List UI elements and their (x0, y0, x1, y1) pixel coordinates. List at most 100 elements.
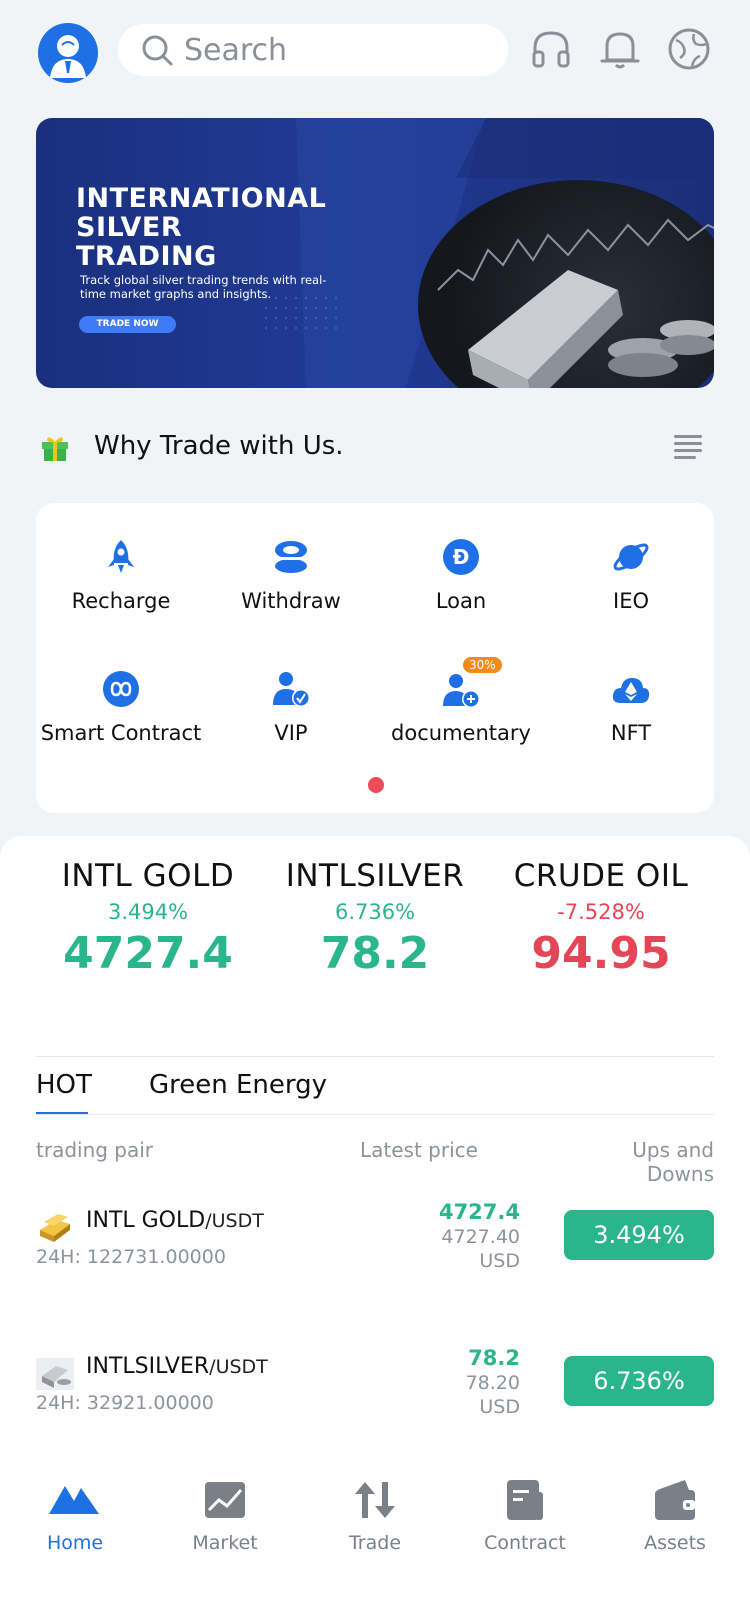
pair-name: INTL GOLD/USDT (86, 1208, 264, 1233)
ticker-change: 6.736% (334, 900, 416, 924)
add-user-icon (443, 674, 480, 708)
table-row[interactable]: INTL GOLD/USDT 24H: 122731.00000 4727.4 … (0, 1186, 750, 1296)
tab-home[interactable]: Home (0, 1478, 150, 1554)
pair-volume: 24H: 32921.00000 (36, 1392, 214, 1414)
feature-withdraw[interactable]: Withdraw (206, 537, 376, 613)
pair-name: INTLSILVER/USDT (86, 1354, 268, 1379)
ticker-name: INTL GOLD (61, 858, 235, 894)
silver-bar-icon (36, 1358, 74, 1390)
tab-label: Market (192, 1532, 258, 1554)
ticker-price: 78.2 (320, 928, 430, 979)
menu-icon[interactable] (672, 432, 704, 460)
pair-base: INTLSILVER (86, 1354, 210, 1379)
ticker-intlsilver[interactable]: INTLSILVER 6.736% 78.2 (262, 858, 488, 979)
feature-label: IEO (613, 589, 649, 613)
feature-smart-contract[interactable]: Smart Contract (36, 669, 206, 745)
top-header: Search (0, 0, 750, 100)
feature-documentary[interactable]: 30% documentary (376, 657, 546, 745)
search-icon (142, 35, 173, 66)
price-usd: 4727.40 (441, 1226, 520, 1248)
feature-ieo[interactable]: IEO (546, 537, 716, 613)
banner-subtitle: Track global silver trading trends with … (80, 273, 327, 301)
ticker-change: -7.528% (557, 900, 645, 924)
column-trading-pair: trading pair (36, 1138, 154, 1162)
page-indicator-dot (368, 777, 384, 793)
ticker-change: 3.494% (107, 900, 189, 924)
pair-volume: 24H: 122731.00000 (36, 1246, 226, 1268)
column-latest-price: Latest price (360, 1138, 478, 1162)
dogecoin-icon: Đ (443, 539, 479, 575)
feature-nft[interactable]: NFT (546, 669, 716, 745)
price-main: 4727.4 (438, 1200, 520, 1224)
banner-title-line2: SILVER (76, 212, 183, 243)
ticker-intl-gold[interactable]: INTL GOLD 3.494% 4727.4 (35, 858, 261, 979)
infinity-icon (103, 671, 139, 707)
price-main: 78.2 (468, 1346, 520, 1370)
vip-user-icon (273, 672, 310, 707)
gold-bar-icon (40, 1214, 70, 1242)
divider (36, 1114, 714, 1115)
ticker-name: CRUDE OIL (513, 858, 689, 894)
tab-trade[interactable]: Trade (300, 1478, 450, 1554)
promo-banner[interactable]: INTERNATIONAL SILVER TRADING Track globa… (36, 118, 714, 388)
planet-icon (613, 543, 649, 571)
pair-quote: /USDT (205, 1210, 264, 1232)
tab-label: Home (46, 1532, 104, 1554)
tab-green-energy[interactable]: Green Energy (149, 1070, 327, 1100)
tab-assets[interactable]: Assets (600, 1478, 750, 1554)
ticker-crude-oil[interactable]: CRUDE OIL -7.528% 94.95 (488, 858, 714, 979)
feature-recharge[interactable]: Recharge (36, 537, 206, 613)
feature-grid: Recharge Withdraw Đ Loan IEO Smart Contr… (36, 503, 714, 813)
banner-title-line3: TRADING (76, 241, 217, 272)
tab-hot[interactable]: HOT (36, 1070, 92, 1100)
market-chart-icon (205, 1482, 245, 1518)
column-ups-downs: Ups and Downs (632, 1138, 714, 1186)
table-row[interactable]: INTLSILVER/USDT 24H: 32921.00000 78.2 78… (0, 1332, 750, 1442)
price-unit: USD (479, 1250, 520, 1272)
wallet-icon (655, 1480, 695, 1520)
ticker-name: INTLSILVER (285, 858, 465, 894)
tab-label: Trade (348, 1532, 402, 1554)
feature-label: NFT (610, 721, 652, 745)
price-usd: 78.20 (465, 1372, 520, 1394)
trade-now-button[interactable]: TRADE NOW (79, 316, 176, 333)
bell-icon[interactable] (597, 26, 643, 72)
ticker-price: 94.95 (531, 928, 671, 979)
rocket-icon (108, 540, 134, 573)
tab-label: Contract (484, 1532, 566, 1554)
pair-quote: /USDT (209, 1356, 268, 1378)
home-icon (49, 1486, 99, 1514)
tab-market[interactable]: Market (150, 1478, 300, 1554)
change-badge[interactable]: 3.494% (564, 1210, 714, 1260)
why-trade-section: Why Trade with Us. (40, 428, 720, 468)
feature-label: Loan (435, 589, 487, 613)
banner-title-line1: INTERNATIONAL (76, 183, 327, 214)
discount-badge: 30% (463, 657, 502, 673)
avatar-icon[interactable] (38, 23, 98, 83)
feature-loan[interactable]: Đ Loan (376, 537, 546, 613)
feature-label: Withdraw (241, 589, 341, 613)
search-input[interactable]: Search (118, 24, 508, 76)
pair-price: 78.2 78.20 USD (380, 1346, 520, 1418)
tab-label: Assets (644, 1532, 706, 1554)
contract-icon (507, 1480, 543, 1520)
svg-text:Đ: Đ (453, 545, 470, 569)
feature-label: VIP (274, 721, 308, 745)
search-placeholder: Search (184, 32, 288, 68)
pair-price: 4727.4 4727.40 USD (380, 1200, 520, 1272)
why-trade-title: Why Trade with Us. (94, 431, 344, 461)
globe-icon[interactable] (666, 26, 712, 72)
coin-stack-icon (275, 541, 307, 573)
price-unit: USD (479, 1396, 520, 1418)
divider (36, 1056, 714, 1057)
tab-contract[interactable]: Contract (450, 1478, 600, 1554)
headset-icon[interactable] (528, 26, 574, 72)
bottom-tab-bar: Home Market Trade Contract Assets (0, 1460, 750, 1624)
gift-icon (42, 437, 68, 461)
trade-arrows-icon (355, 1482, 395, 1518)
banner-title: INTERNATIONAL SILVER TRADING (76, 184, 376, 271)
change-badge[interactable]: 6.736% (564, 1356, 714, 1406)
feature-label: documentary (391, 721, 531, 745)
silver-bar-image (418, 180, 714, 388)
feature-vip[interactable]: VIP (206, 669, 376, 745)
